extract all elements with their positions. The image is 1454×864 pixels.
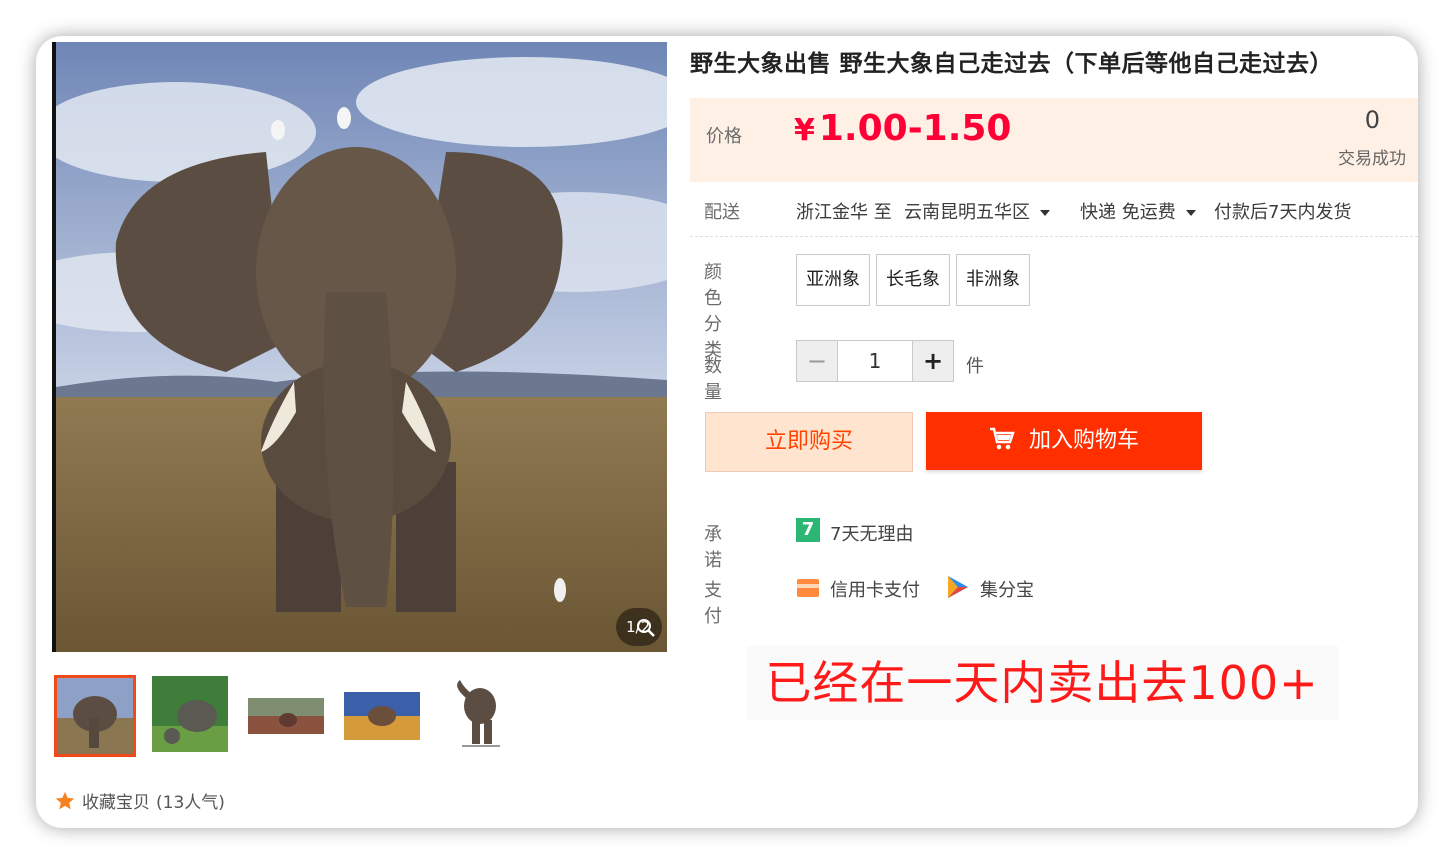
- seven-day-return-icon: 7: [796, 518, 820, 542]
- thumbnail-4[interactable]: [344, 676, 420, 752]
- thumbnail-3[interactable]: [248, 676, 324, 752]
- currency-symbol: ¥: [794, 113, 815, 148]
- thumbnail-1[interactable]: [54, 675, 136, 757]
- color-label: 颜色分类: [704, 262, 722, 361]
- color-option-mammoth[interactable]: 长毛象: [876, 254, 950, 306]
- cart-icon: [989, 427, 1015, 450]
- quantity-decrease-button[interactable]: −: [796, 340, 838, 382]
- favorite-count: (13人气): [156, 793, 225, 813]
- image-counter[interactable]: 1/2: [616, 608, 662, 646]
- color-option-african[interactable]: 非洲象: [956, 254, 1030, 306]
- color-option-asian[interactable]: 亚洲象: [796, 254, 870, 306]
- jifenbao-icon: [948, 576, 968, 598]
- main-product-image[interactable]: 1/2: [52, 42, 667, 652]
- add-to-cart-label: 加入购物车: [1028, 428, 1139, 453]
- delivery-destination-text: 云南昆明五华区: [904, 202, 1030, 223]
- credit-card-pay-text[interactable]: 信用卡支付: [830, 576, 920, 602]
- price-amount: 1.00-1.50: [818, 108, 1012, 149]
- delivery-destination-select[interactable]: 云南昆明五华区: [904, 198, 1050, 224]
- thumbnail-5[interactable]: [440, 676, 516, 752]
- chevron-down-icon: [1040, 210, 1050, 216]
- delivery-label: 配送: [704, 202, 740, 223]
- product-title: 野生大象出售 野生大象自己走过去（下单后等他自己走过去）: [690, 51, 1334, 77]
- chevron-down-icon: [1185, 210, 1196, 216]
- dispatch-time: 付款后7天内发货: [1214, 202, 1352, 223]
- promo-caption: 已经在一天内卖出去100+: [746, 646, 1338, 720]
- favorite-text: 收藏宝贝: [82, 793, 150, 813]
- price-label: 价格: [706, 126, 742, 147]
- buy-now-button[interactable]: 立即购买: [705, 412, 913, 472]
- quantity-label: 数量: [704, 356, 722, 403]
- product-page: 1/2 收藏宝贝 (13人气) 野生大象出售 野生大象自己走过去（下单后等他自己…: [36, 36, 1418, 828]
- price-value: ¥1.00-1.50: [794, 108, 1011, 149]
- shipping-method-select[interactable]: 快递 免运费: [1080, 198, 1196, 224]
- sales-count: 0: [1364, 106, 1380, 134]
- sales-label: 交易成功: [1338, 149, 1406, 169]
- zoom-icon[interactable]: [636, 618, 656, 638]
- quantity-input[interactable]: 1: [838, 340, 912, 382]
- elephant-photo: [56, 42, 667, 652]
- quantity-increase-button[interactable]: +: [912, 340, 954, 382]
- jifenbao-text[interactable]: 集分宝: [980, 576, 1034, 602]
- favorite-link[interactable]: 收藏宝贝 (13人气): [54, 788, 225, 813]
- shipping-method-text: 快递 免运费: [1080, 202, 1176, 223]
- price-box: 价格 ¥1.00-1.50 0 交易成功: [690, 98, 1418, 182]
- seven-day-return-text[interactable]: 7天无理由: [830, 520, 913, 546]
- delivery-row: 配送 浙江金华 至 云南昆明五华区 快递 免运费 付款后7天内发货: [690, 194, 1418, 237]
- credit-card-icon: [797, 579, 819, 597]
- star-icon: [55, 791, 75, 809]
- payment-label: 支付: [704, 580, 722, 627]
- quantity-unit: 件: [966, 356, 984, 377]
- delivery-from: 浙江金华 至: [796, 202, 892, 223]
- promise-label: 承诺: [704, 524, 722, 571]
- thumbnail-2[interactable]: [152, 676, 228, 752]
- add-to-cart-button[interactable]: 加入购物车: [926, 412, 1202, 470]
